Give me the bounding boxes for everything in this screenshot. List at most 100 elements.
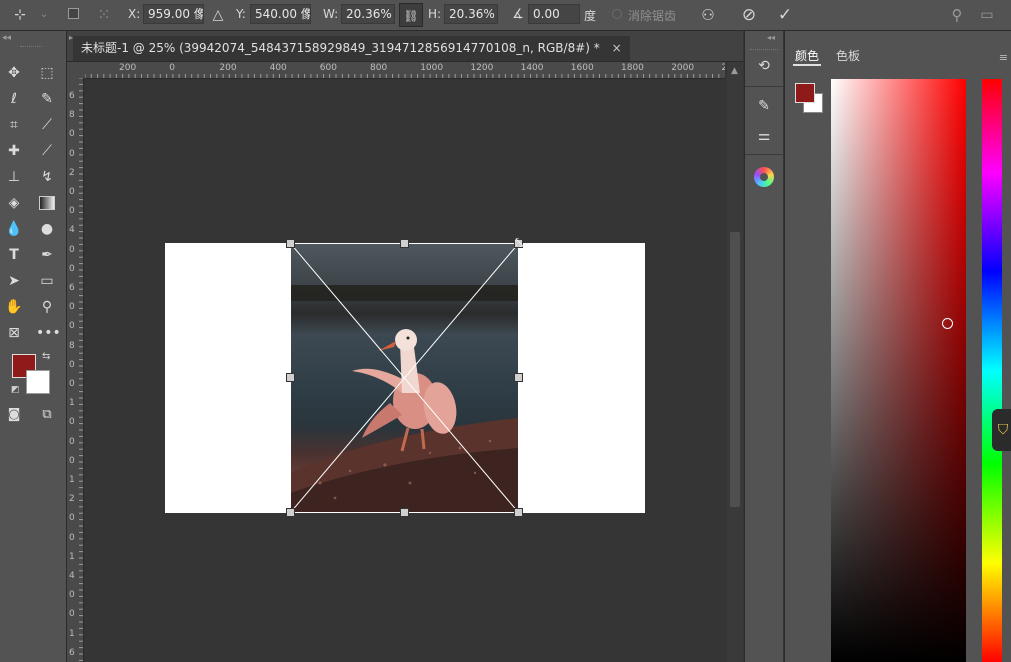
artboard-frame-tool-icon[interactable]: ⊠ bbox=[3, 322, 25, 344]
ruler-label: 400 bbox=[269, 63, 287, 73]
gradient-tool-icon[interactable] bbox=[36, 192, 58, 214]
ruler-label: 600 bbox=[319, 63, 337, 73]
ruler-label: 4 bbox=[69, 571, 75, 581]
side-widget-icon[interactable]: ⛉ bbox=[992, 409, 1011, 451]
crop-tool-icon[interactable]: ⌗ bbox=[3, 114, 25, 136]
transform-handle-top[interactable] bbox=[400, 239, 409, 248]
blur-tool-icon[interactable]: 💧 bbox=[3, 218, 25, 240]
transform-handle-bottom[interactable] bbox=[400, 508, 409, 517]
y-position-field[interactable]: 540.00 像素 bbox=[250, 4, 311, 24]
reference-point-grid-icon[interactable]: ⁙ bbox=[94, 5, 114, 25]
relative-position-icon[interactable]: △ bbox=[208, 5, 228, 25]
vertical-ruler[interactable]: 6 8 0 0 2 0 0 4 0 0 6 0 0 8 0 0 1 0 0 0 1 2 0 0 1 4 0 0 1 6 bbox=[67, 78, 84, 662]
tab-swatches[interactable]: 色板 bbox=[836, 47, 860, 64]
ruler-label: 8 bbox=[69, 340, 75, 351]
adjustments-panel-icon[interactable]: ⚌ bbox=[753, 125, 775, 147]
y-label: Y: bbox=[236, 7, 246, 21]
collapse-dock-icon[interactable]: ◂◂ bbox=[767, 33, 775, 42]
toolbar-grip[interactable] bbox=[20, 46, 42, 49]
rectangle-tool-icon[interactable]: ▭ bbox=[36, 270, 58, 292]
background-color-swatch[interactable] bbox=[26, 370, 50, 394]
brush-tool-icon[interactable]: ⟋ bbox=[36, 140, 58, 162]
scrollbar-thumb[interactable] bbox=[730, 232, 740, 507]
transform-handle-right[interactable] bbox=[514, 373, 523, 382]
cancel-transform-icon[interactable]: ⊘ bbox=[739, 5, 759, 25]
angle-field[interactable]: 0.00 bbox=[528, 4, 580, 24]
transform-handle-left[interactable] bbox=[286, 373, 295, 382]
eraser-tool-icon[interactable]: ◈ bbox=[3, 192, 25, 214]
ruler-label: 1 bbox=[69, 475, 75, 485]
type-tool-icon[interactable]: T bbox=[3, 244, 25, 266]
clone-stamp-tool-icon[interactable]: ⊥ bbox=[3, 166, 25, 188]
history-panel-icon[interactable]: ⟲ bbox=[753, 55, 775, 77]
pen-tool-icon[interactable]: ✒ bbox=[36, 244, 58, 266]
tab-color[interactable]: 颜色 bbox=[795, 47, 819, 64]
canvas-area[interactable]: ⤡ bbox=[85, 79, 726, 662]
hand-tool-icon[interactable]: ✋ bbox=[3, 296, 25, 318]
transform-bounding-box[interactable] bbox=[85, 79, 726, 662]
document-tab-bar: ▸▸ 未标题-1 @ 25% (39942074_548437158929849… bbox=[67, 31, 743, 62]
dodge-tool-icon[interactable]: ● bbox=[36, 218, 58, 240]
transform-tool-icon[interactable]: ⊹ bbox=[10, 5, 30, 25]
ruler-label: 800 bbox=[370, 63, 388, 73]
dock-grip[interactable] bbox=[750, 49, 778, 51]
canvas-vertical-scrollbar[interactable]: ▲ bbox=[727, 62, 743, 662]
ruler-label: 0 bbox=[69, 417, 75, 428]
horizontal-ruler[interactable]: 200 0 200 400 600 800 1000 1200 1400 1600 1800 2000… bbox=[85, 62, 725, 79]
x-position-field[interactable]: 959.00 像素 bbox=[143, 4, 204, 24]
ruler-label: 0 bbox=[69, 609, 75, 620]
rectangular-marquee-tool-icon[interactable]: ⬚ bbox=[36, 62, 58, 84]
quick-mask-icon[interactable]: ◙ bbox=[3, 404, 25, 426]
workspace-icon[interactable]: ▭ bbox=[977, 5, 997, 25]
hue-slider[interactable] bbox=[982, 79, 1002, 662]
ruler-label: 0 bbox=[169, 63, 175, 73]
color-panel-icon[interactable] bbox=[754, 167, 774, 187]
transform-handle-bottom-left[interactable] bbox=[286, 508, 295, 517]
more-tools-icon[interactable]: ••• bbox=[36, 322, 61, 344]
tool-preset-dropdown-icon[interactable]: ⌄ bbox=[34, 5, 54, 25]
scroll-up-icon[interactable]: ▲ bbox=[731, 66, 738, 76]
brush-settings-panel-icon[interactable]: ✎ bbox=[753, 95, 775, 117]
ruler-label: 1400 bbox=[520, 63, 544, 73]
ruler-label: 6 bbox=[69, 91, 75, 101]
transform-handle-bottom-right[interactable] bbox=[514, 508, 523, 517]
saturation-brightness-field[interactable] bbox=[831, 79, 966, 662]
color-panel: ≡ 颜色 色板 ⛉ bbox=[784, 31, 1011, 662]
ruler-label: 0 bbox=[69, 321, 75, 332]
quick-selection-tool-icon[interactable]: ✎ bbox=[36, 88, 58, 110]
warp-mode-icon[interactable]: ⚇ bbox=[698, 5, 718, 25]
reference-point-checkbox[interactable] bbox=[68, 8, 79, 19]
ruler-label: 1600 bbox=[570, 63, 594, 73]
lasso-tool-icon[interactable]: ℓ bbox=[3, 88, 25, 110]
ruler-label: 0 bbox=[69, 379, 75, 389]
swap-colors-icon[interactable]: ⇆ bbox=[42, 351, 50, 362]
ruler-label: 0 bbox=[69, 148, 75, 159]
panel-foreground-swatch[interactable] bbox=[795, 83, 815, 103]
eyedropper-tool-icon[interactable]: ⟋ bbox=[36, 114, 58, 136]
history-brush-tool-icon[interactable]: ↯ bbox=[36, 166, 58, 188]
ruler-label: 0 bbox=[69, 302, 75, 313]
spot-healing-brush-tool-icon[interactable]: ✚ bbox=[3, 140, 25, 162]
height-field[interactable]: 20.36% bbox=[444, 4, 498, 24]
color-panel-icon-center bbox=[760, 173, 768, 181]
default-colors-icon[interactable]: ◩ bbox=[11, 385, 20, 395]
ruler-origin[interactable] bbox=[67, 62, 85, 78]
move-tool-icon[interactable]: ✥ bbox=[3, 62, 25, 84]
search-icon[interactable]: ⚲ bbox=[947, 5, 967, 25]
width-field[interactable]: 20.36% bbox=[341, 4, 395, 24]
path-selection-tool-icon[interactable]: ➤ bbox=[3, 270, 25, 292]
antialias-radio[interactable] bbox=[612, 9, 622, 19]
ruler-label: 8 bbox=[69, 110, 75, 121]
commit-transform-icon[interactable]: ✓ bbox=[775, 5, 795, 25]
zoom-tool-icon[interactable]: ⚲ bbox=[36, 296, 58, 318]
panel-menu-icon[interactable]: ≡ bbox=[999, 51, 1008, 64]
ruler-label: 0 bbox=[69, 359, 75, 370]
collapse-toolbar-icon[interactable]: ◂◂ bbox=[2, 33, 11, 43]
tools-panel: ◂◂ ✥ ⬚ ℓ ✎ ⌗ ⟋ ✚ ⟋ ⊥ ↯ ◈ 💧 ● T ✒ ➤ ▭ ✋ ⚲… bbox=[0, 31, 67, 662]
screen-mode-icon[interactable]: ⧉ bbox=[36, 404, 58, 426]
color-picker-cursor[interactable] bbox=[942, 318, 953, 329]
document-tab[interactable]: 未标题-1 @ 25% (39942074_548437158929849_31… bbox=[73, 36, 630, 61]
close-tab-icon[interactable]: × bbox=[612, 41, 622, 55]
transform-handle-top-left[interactable] bbox=[286, 239, 295, 248]
link-proportions-icon[interactable]: ⛓ bbox=[399, 3, 423, 27]
